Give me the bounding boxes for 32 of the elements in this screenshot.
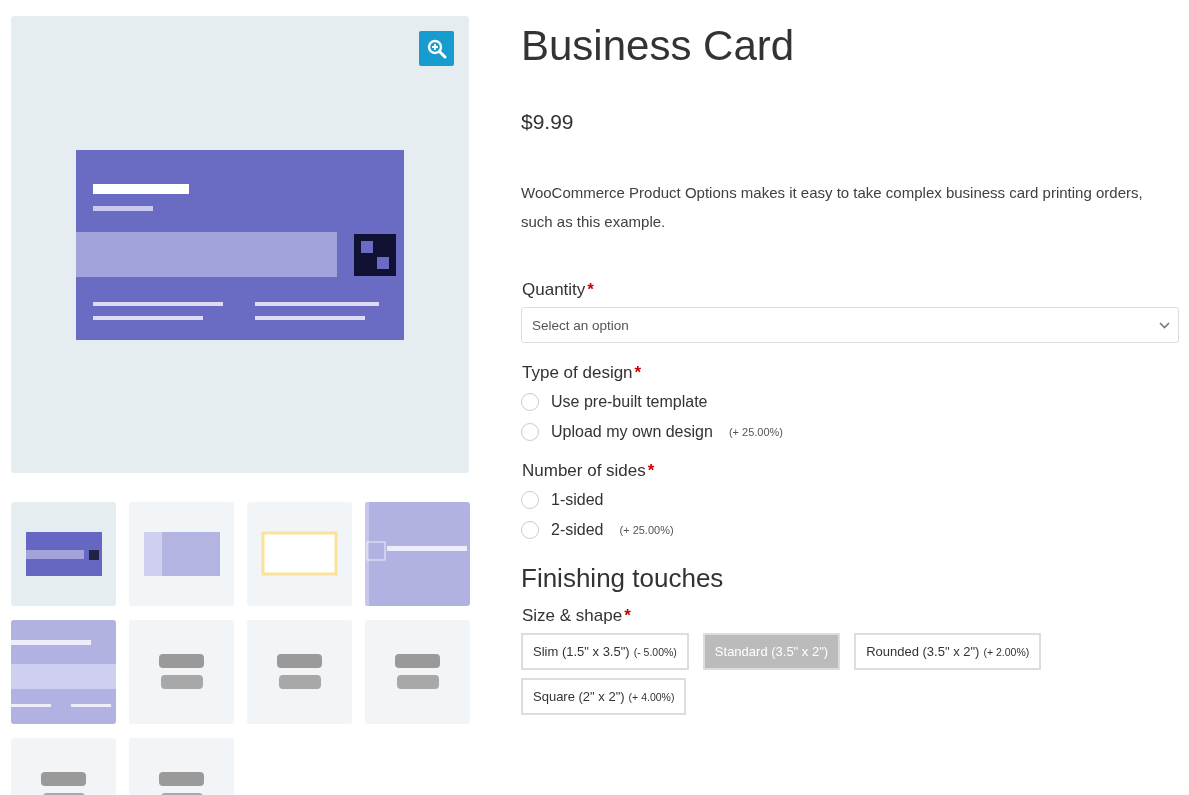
radio-label[interactable]: Upload my own design <box>551 423 713 441</box>
zoom-button[interactable] <box>419 31 454 66</box>
price-modifier: (+ 25.00%) <box>619 524 674 536</box>
price-modifier: (+ 2.00%) <box>983 645 1030 658</box>
required-asterisk: * <box>634 363 642 382</box>
radio-button[interactable] <box>521 423 539 441</box>
price-modifier: (+ 4.00%) <box>628 690 675 703</box>
radio-label[interactable]: Use pre-built template <box>551 393 708 411</box>
product-title: Business Card <box>521 22 796 70</box>
product-price: $9.99 <box>521 110 575 134</box>
field-label: Size & shape <box>522 606 623 625</box>
radio-button[interactable] <box>521 521 539 539</box>
radio-label[interactable]: 2-sided <box>551 521 604 539</box>
required-asterisk: * <box>624 606 631 625</box>
search-icon <box>426 38 447 59</box>
product-description: WooCommerce Product Options makes it easy to take complex business card printing orders, such as this example. <box>521 183 1144 232</box>
chevron-down-icon <box>1159 321 1170 329</box>
option-button[interactable]: Square (2" x 2") (+ 4.00%) <box>521 678 687 715</box>
radio-label[interactable]: 1-sided <box>551 491 604 509</box>
required-asterisk: * <box>587 280 594 299</box>
field-label: Number of sides <box>522 461 646 480</box>
quantity-select[interactable]: Select an option <box>521 307 1179 343</box>
radio-button[interactable] <box>521 491 539 509</box>
price-modifier: (- 5.00%) <box>633 645 677 658</box>
section-heading: Finishing touches <box>521 563 725 594</box>
price-modifier: (+ 25.00%) <box>728 426 783 438</box>
field-label: Type of design <box>522 363 633 382</box>
option-button[interactable]: Slim (1.5" x 3.5") (- 5.00%) <box>521 633 689 670</box>
radio-button[interactable] <box>521 393 539 411</box>
required-asterisk: * <box>647 461 655 480</box>
option-button[interactable]: Rounded (3.5" x 2") (+ 2.00%) <box>854 633 1042 670</box>
field-label: Quantity <box>522 280 586 299</box>
